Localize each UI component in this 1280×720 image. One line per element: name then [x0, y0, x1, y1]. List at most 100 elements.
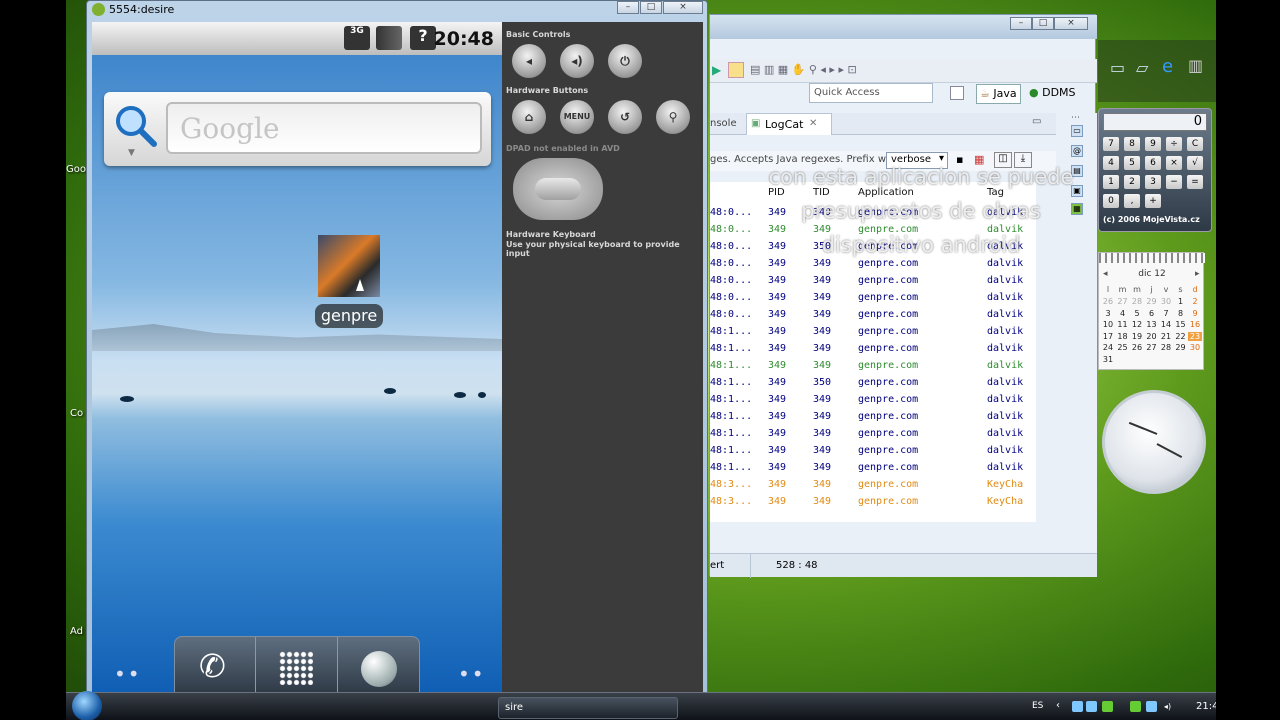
volume-up-button[interactable]: ◂)	[560, 44, 594, 78]
emulator-maximize-button[interactable]: □	[640, 1, 662, 14]
log-row[interactable]: 48:0... 349 349 genpre.com dalvik	[710, 289, 1036, 306]
calendar-day[interactable]: 17	[1101, 332, 1115, 341]
ddms-perspective-button[interactable]: ● DDMS	[1026, 84, 1079, 104]
tray-expand-icon[interactable]: ‹	[1056, 700, 1060, 711]
calc-key[interactable]: 1	[1103, 175, 1119, 189]
log-row[interactable]: 48:0... 349 349 genpre.com dalvik	[710, 306, 1036, 323]
log-row[interactable]: 48:0... 349 349 genpre.com dalvik	[710, 272, 1036, 289]
phone-icon[interactable]: ✆	[199, 647, 226, 685]
calendar-day[interactable]: 16	[1188, 320, 1202, 329]
calendar-day[interactable]: 28	[1130, 297, 1144, 306]
eclipse-maximize-button[interactable]: □	[1032, 17, 1054, 30]
log-row[interactable]: 48:1... 349 349 genpre.com dalvik	[710, 425, 1036, 442]
calendar-day[interactable]: 12	[1130, 320, 1144, 329]
calc-key[interactable]: +	[1145, 194, 1161, 208]
power-button[interactable]: ⏻	[608, 44, 642, 78]
calc-key[interactable]: 0	[1103, 194, 1119, 208]
desktop-label-2[interactable]: Co	[70, 408, 83, 419]
calendar-day[interactable]: 24	[1101, 343, 1115, 352]
tray-icon[interactable]	[1130, 701, 1141, 712]
calendar-day[interactable]: 8	[1174, 309, 1188, 318]
volume-icon[interactable]: ◂)	[1162, 701, 1173, 712]
dots-right-icon[interactable]: ••	[458, 662, 486, 686]
calendar-day[interactable]: 21	[1159, 332, 1173, 341]
apps-grid-icon[interactable]	[279, 651, 313, 685]
log-row[interactable]: 48:1... 349 350 genpre.com dalvik	[710, 374, 1036, 391]
log-row[interactable]: 48:1... 349 349 genpre.com dalvik	[710, 391, 1036, 408]
tab-logcat[interactable]: ▣ LogCat ✕	[746, 113, 832, 135]
more-icon[interactable]: ⋯	[1071, 113, 1080, 123]
calc-key[interactable]: −	[1166, 175, 1182, 189]
calendar-day[interactable]: 19	[1130, 332, 1144, 341]
home-button[interactable]: ⌂	[512, 100, 546, 134]
calc-key[interactable]: 7	[1103, 137, 1119, 151]
calendar-day[interactable]: 7	[1159, 309, 1173, 318]
edit-icon[interactable]	[728, 62, 744, 78]
eclipse-close-button[interactable]: ×	[1054, 17, 1088, 30]
calendar-next-icon[interactable]: ▸	[1195, 269, 1200, 279]
calc-key[interactable]: 2	[1124, 175, 1140, 189]
calendar-day[interactable]: 26	[1101, 297, 1115, 306]
back-button[interactable]: ↺	[608, 100, 642, 134]
search-button[interactable]: ⚲	[656, 100, 690, 134]
google-search-input[interactable]: Google	[166, 102, 482, 154]
calendar-day[interactable]: 20	[1145, 332, 1159, 341]
calendar-day[interactable]: 14	[1159, 320, 1173, 329]
dots-left-icon[interactable]: ••	[114, 662, 142, 686]
log-row[interactable]: 48:1... 349 349 genpre.com dalvik	[710, 408, 1036, 425]
calendar-day[interactable]: 3	[1101, 309, 1115, 318]
calc-key[interactable]: ×	[1166, 156, 1182, 170]
tray-icon[interactable]	[1102, 701, 1113, 712]
calc-key[interactable]: 6	[1145, 156, 1161, 170]
calendar-day[interactable]: 2	[1188, 297, 1202, 306]
calendar-day[interactable]: 30	[1188, 343, 1202, 352]
calendar-day[interactable]: 11	[1116, 320, 1130, 329]
calc-key[interactable]: 8	[1124, 137, 1140, 151]
calendar-day[interactable]: 6	[1145, 309, 1159, 318]
taskbar-emulator-button[interactable]: sire	[498, 697, 678, 719]
calendar-day[interactable]: 10	[1101, 320, 1115, 329]
calendar-day[interactable]: 28	[1159, 343, 1173, 352]
window-icon[interactable]: ▱	[1136, 58, 1148, 77]
calc-key[interactable]: ,	[1124, 194, 1140, 208]
android-screen[interactable]: 3G ? 20:48 ▼ Google genpre •• •• ✆	[92, 22, 502, 706]
restore-icon[interactable]: ▭	[1032, 116, 1041, 127]
emulator-minimize-button[interactable]: –	[617, 1, 639, 14]
dpad-center[interactable]	[535, 178, 581, 200]
run-icon[interactable]: ▶	[712, 63, 721, 77]
log-row[interactable]: 48:1... 349 349 genpre.com dalvik	[710, 459, 1036, 476]
calc-key[interactable]: 5	[1124, 156, 1140, 170]
genpre-app-icon[interactable]	[318, 235, 380, 297]
log-row[interactable]: 48:1... 349 349 genpre.com dalvik	[710, 357, 1036, 374]
calendar-day[interactable]: 27	[1145, 343, 1159, 352]
calendar-day[interactable]: 4	[1116, 309, 1130, 318]
desktop-label-3[interactable]: Ad	[70, 626, 83, 637]
calendar-day[interactable]: 29	[1145, 297, 1159, 306]
at-icon[interactable]: @	[1071, 145, 1083, 157]
log-row[interactable]: 48:1... 349 349 genpre.com dalvik	[710, 340, 1036, 357]
search-icon[interactable]	[114, 104, 158, 150]
emulator-close-button[interactable]: ×	[663, 1, 703, 14]
google-search-widget[interactable]: ▼ Google	[104, 92, 491, 166]
start-orb[interactable]	[72, 691, 102, 720]
calendar-day[interactable]: 23	[1188, 331, 1202, 341]
log-row[interactable]: 48:3... 349 349 genpre.com KeyCha	[710, 493, 1036, 510]
calc-key[interactable]: 3	[1145, 175, 1161, 189]
calendar-day[interactable]: 15	[1174, 320, 1188, 329]
log-row[interactable]: 48:3... 349 349 genpre.com KeyCha	[710, 476, 1036, 493]
calendar-day[interactable]: 25	[1116, 343, 1130, 352]
calendar-day[interactable]: 26	[1130, 343, 1144, 352]
tray-icon[interactable]	[1072, 701, 1083, 712]
menu-button[interactable]: MENU	[560, 100, 594, 134]
log-row[interactable]: 48:1... 349 349 genpre.com dalvik	[710, 442, 1036, 459]
panel-icon-1[interactable]: ▭	[1071, 125, 1083, 137]
calc-key[interactable]: 9	[1145, 137, 1161, 151]
tab-console[interactable]: nsole	[710, 118, 737, 129]
toolbar-icons[interactable]: ▤ ▥ ▦ ✋ ⚲ ◂ ▸ ▸ ⊡	[750, 63, 857, 76]
calendar-day[interactable]: 9	[1188, 309, 1202, 318]
dpad-control[interactable]	[513, 158, 603, 220]
quick-access-input[interactable]: Quick Access	[809, 83, 933, 103]
java-perspective-button[interactable]: ☕ Java	[976, 84, 1021, 104]
log-row[interactable]: 48:1... 349 349 genpre.com dalvik	[710, 323, 1036, 340]
calendar-day[interactable]: 27	[1116, 297, 1130, 306]
